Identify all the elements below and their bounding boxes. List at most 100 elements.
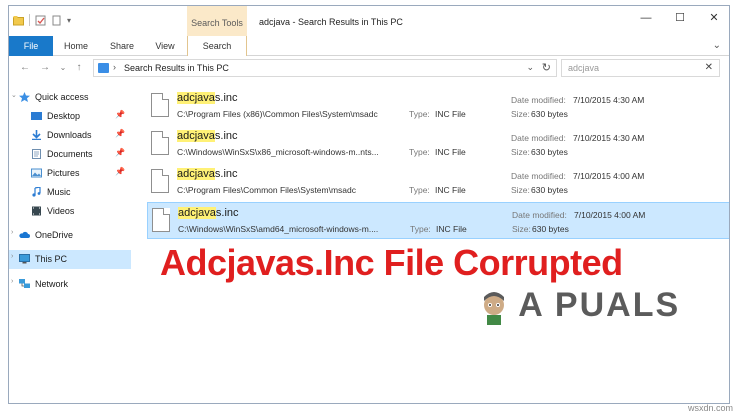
size-value: 630 bytes [532,224,569,234]
type-label: Type: [410,224,431,234]
search-input[interactable]: adcjava ✕ [561,59,720,77]
nav-downloads[interactable]: Downloads 📌 [9,126,131,145]
ribbon-tabs: File Home Share View Search ⌄ [9,36,729,56]
nav-label: Network [35,279,69,289]
file-path: C:\Windows\WinSxS\x86_microsoft-windows-… [177,147,379,157]
nav-label: Quick access [35,92,89,102]
size-label: Size: [512,224,531,234]
refresh-icon[interactable]: ↻ [542,61,551,74]
nav-onedrive[interactable]: › OneDrive [9,226,131,245]
date-label: Date modified: [512,210,567,220]
date-label: Date modified: [511,95,566,105]
nav-label: This PC [35,254,68,264]
pin-icon[interactable]: 📌 [115,110,125,119]
file-icon [151,131,169,155]
pin-icon[interactable]: 📌 [115,129,125,138]
forward-button[interactable]: → [39,61,51,75]
search-tools-context-tab: Search Tools [187,6,247,36]
recent-locations-button[interactable]: ⌄ [57,61,69,75]
pin-icon[interactable]: 📌 [115,148,125,157]
search-highlight: adcjava [177,92,215,104]
nav-quick-access[interactable]: ⌄ Quick access [9,88,131,107]
type-value: INC File [435,185,466,195]
nav-label: OneDrive [35,230,74,240]
up-arrow-icon: ↑ [76,62,82,73]
nav-label: Downloads [47,130,92,140]
minimize-icon: — [640,12,652,24]
pin-icon[interactable]: 📌 [115,167,125,176]
file-path: C:\Program Files (x86)\Common Files\Syst… [177,109,378,119]
tab-view[interactable]: View [149,36,181,56]
close-icon: ✕ [709,12,719,24]
file-name-rest: s.inc [215,207,239,219]
nav-pictures[interactable]: Pictures 📌 [9,164,131,183]
file-name: adcjavas.inc [177,92,238,104]
date-value: 7/10/2015 4:30 AM [573,95,645,105]
file-name: adcjavas.inc [178,207,239,219]
result-row[interactable]: adcjavas.inc C:\Windows\WinSxS\x86_micro… [147,126,729,163]
tab-file[interactable]: File [9,36,53,56]
date-value: 7/10/2015 4:00 AM [573,171,645,181]
maximize-icon: ☐ [675,12,685,24]
minimize-button[interactable]: — [629,6,663,30]
explorer-window: ▾ Search Tools adcjava - Search Results … [8,5,730,404]
breadcrumb-chevron-icon[interactable]: › [113,62,116,72]
file-path: C:\Program Files\Common Files\System\msa… [177,185,357,195]
search-folder-icon [98,63,109,73]
navigation-bar: ← → ⌄ ↑ › Search Results in This PC ⌄ ↻ … [9,56,729,80]
folder-icon[interactable] [13,15,24,26]
file-name: adcjavas.inc [177,130,238,142]
file-icon [151,169,169,193]
maximize-button[interactable]: ☐ [663,6,697,30]
search-query: adcjava [568,63,600,73]
expand-icon[interactable]: ⌄ [11,91,17,99]
nav-this-pc[interactable]: › This PC [9,250,131,269]
qat-dropdown-icon[interactable]: ▾ [67,16,71,25]
nav-videos[interactable]: Videos [9,202,131,221]
address-bar[interactable]: › Search Results in This PC ⌄ ↻ [93,59,557,77]
size-label: Size: [511,185,530,195]
size-value: 630 bytes [531,185,568,195]
clear-search-icon[interactable]: ✕ [705,62,713,73]
nav-desktop[interactable]: Desktop 📌 [9,107,131,126]
expand-icon[interactable]: › [11,278,13,285]
result-row-selected[interactable]: adcjavas.inc C:\Windows\WinSxS\amd64_mic… [147,202,729,239]
music-icon [32,187,41,197]
file-name-rest: s.inc [214,92,238,104]
file-name-rest: s.inc [214,130,238,142]
address-path: Search Results in This PC [124,63,229,73]
back-button[interactable]: ← [19,61,31,75]
expand-icon[interactable]: › [11,253,13,260]
new-folder-icon[interactable] [51,15,62,26]
network-icon [19,279,30,288]
star-icon [19,92,30,102]
window-title: adcjava - Search Results in This PC [259,17,403,27]
type-value: INC File [436,224,467,234]
up-button[interactable]: ↑ [73,61,85,75]
expand-icon[interactable]: › [11,229,13,236]
forward-arrow-icon: → [40,62,50,73]
properties-icon[interactable] [35,15,46,26]
nav-label: Desktop [47,111,81,121]
navigation-pane: ⌄ Quick access Desktop 📌 Downloads 📌 Doc… [9,82,131,403]
tab-search[interactable]: Search [187,36,247,56]
result-row[interactable]: adcjavas.inc C:\Program Files\Common Fil… [147,164,729,201]
nav-documents[interactable]: Documents 📌 [9,145,131,164]
cloud-icon [19,231,30,238]
expand-ribbon-icon[interactable]: ⌄ [713,40,721,51]
nav-network[interactable]: › Network [9,275,131,294]
tab-share[interactable]: Share [105,36,139,56]
file-icon [151,93,169,117]
appuals-watermark: A PUALS [480,286,680,325]
size-value: 630 bytes [531,109,568,119]
nav-music[interactable]: Music [9,183,131,202]
file-name: adcjavas.inc [177,168,238,180]
result-row[interactable]: adcjavas.inc C:\Program Files (x86)\Comm… [147,88,729,125]
tab-home[interactable]: Home [59,36,93,56]
quick-access-toolbar: ▾ [13,14,71,26]
address-dropdown-icon[interactable]: ⌄ [526,62,534,73]
back-arrow-icon: ← [20,62,30,73]
site-watermark: wsxdn.com [687,403,733,413]
file-path: C:\Windows\WinSxS\amd64_microsoft-window… [178,224,379,234]
close-button[interactable]: ✕ [697,6,729,30]
